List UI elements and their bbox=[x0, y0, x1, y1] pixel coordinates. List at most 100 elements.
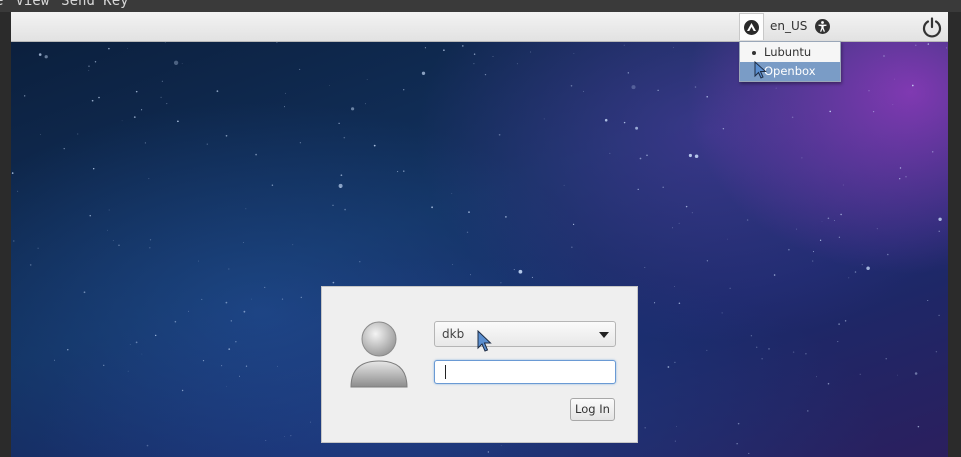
star bbox=[927, 299, 929, 301]
star bbox=[868, 90, 870, 92]
star bbox=[271, 184, 274, 186]
star bbox=[866, 266, 870, 270]
star bbox=[24, 95, 26, 97]
star bbox=[166, 103, 168, 105]
star bbox=[737, 422, 740, 425]
star bbox=[604, 118, 608, 122]
star bbox=[644, 267, 646, 269]
star bbox=[108, 209, 110, 211]
password-field[interactable] bbox=[434, 360, 616, 384]
star bbox=[225, 386, 227, 388]
lubuntu-logo-icon bbox=[744, 19, 759, 35]
star bbox=[834, 220, 835, 221]
star bbox=[121, 120, 123, 122]
star bbox=[631, 85, 636, 90]
star bbox=[424, 47, 426, 49]
session-option-lubuntu[interactable]: Lubuntu bbox=[740, 43, 840, 62]
accessibility-icon[interactable] bbox=[815, 19, 830, 34]
star bbox=[285, 92, 286, 94]
star bbox=[914, 372, 918, 375]
star bbox=[473, 63, 475, 65]
star bbox=[29, 264, 32, 266]
star bbox=[484, 73, 487, 76]
star bbox=[706, 349, 708, 351]
star bbox=[155, 334, 157, 337]
login-dialog: dkb Log In bbox=[321, 286, 638, 443]
star bbox=[844, 320, 847, 322]
star bbox=[543, 118, 545, 120]
star bbox=[623, 44, 625, 46]
star bbox=[340, 174, 343, 177]
star bbox=[673, 285, 675, 287]
star bbox=[842, 184, 844, 186]
star bbox=[812, 251, 815, 253]
star bbox=[722, 127, 725, 130]
star bbox=[397, 171, 399, 173]
star bbox=[505, 216, 507, 218]
host-menu-send-key[interactable]: Send Key bbox=[61, 0, 128, 9]
star bbox=[38, 53, 42, 56]
star bbox=[657, 89, 659, 91]
star bbox=[93, 168, 95, 170]
star bbox=[473, 53, 476, 55]
star bbox=[351, 107, 355, 111]
star bbox=[135, 341, 138, 344]
star bbox=[911, 84, 914, 87]
host-menu-view[interactable]: View bbox=[15, 0, 49, 9]
star bbox=[452, 263, 454, 265]
star bbox=[518, 269, 523, 274]
star bbox=[181, 63, 183, 64]
star bbox=[792, 351, 795, 353]
star bbox=[63, 147, 65, 150]
star bbox=[801, 157, 803, 159]
login-button[interactable]: Log In bbox=[570, 398, 615, 421]
star bbox=[729, 287, 731, 289]
star bbox=[827, 382, 830, 385]
star bbox=[676, 425, 677, 427]
star bbox=[859, 373, 861, 375]
host-menu-item[interactable]: e bbox=[0, 0, 3, 9]
power-icon[interactable] bbox=[921, 16, 943, 38]
star bbox=[206, 143, 208, 145]
star bbox=[854, 271, 857, 273]
star bbox=[570, 85, 573, 87]
language-selector[interactable]: en_US bbox=[770, 19, 807, 33]
star bbox=[829, 110, 831, 113]
star bbox=[609, 152, 611, 154]
star bbox=[673, 47, 675, 48]
star bbox=[530, 51, 532, 53]
star bbox=[498, 133, 501, 136]
star bbox=[885, 358, 887, 360]
star bbox=[292, 244, 294, 246]
star bbox=[329, 85, 330, 86]
star bbox=[938, 217, 942, 221]
star bbox=[791, 116, 794, 119]
star bbox=[299, 68, 301, 70]
star bbox=[694, 154, 699, 159]
star bbox=[667, 366, 670, 368]
star bbox=[848, 277, 850, 279]
star bbox=[235, 341, 237, 343]
star bbox=[746, 219, 749, 221]
star bbox=[644, 426, 646, 429]
username-select[interactable]: dkb bbox=[434, 321, 616, 347]
star bbox=[107, 229, 109, 231]
star bbox=[706, 260, 709, 262]
star bbox=[173, 60, 179, 65]
star bbox=[812, 260, 814, 262]
star bbox=[513, 269, 515, 271]
star bbox=[242, 242, 244, 243]
star bbox=[149, 239, 152, 241]
star bbox=[685, 205, 688, 208]
star bbox=[807, 410, 809, 412]
session-selector-button[interactable] bbox=[739, 13, 764, 40]
star bbox=[265, 440, 267, 442]
star bbox=[756, 346, 758, 348]
star bbox=[899, 167, 902, 169]
star bbox=[202, 360, 205, 362]
host-window-menubar: e View Send Key bbox=[0, 0, 961, 12]
user-avatar-icon bbox=[350, 321, 408, 388]
star bbox=[487, 451, 489, 453]
star bbox=[838, 323, 840, 325]
star bbox=[338, 122, 340, 124]
